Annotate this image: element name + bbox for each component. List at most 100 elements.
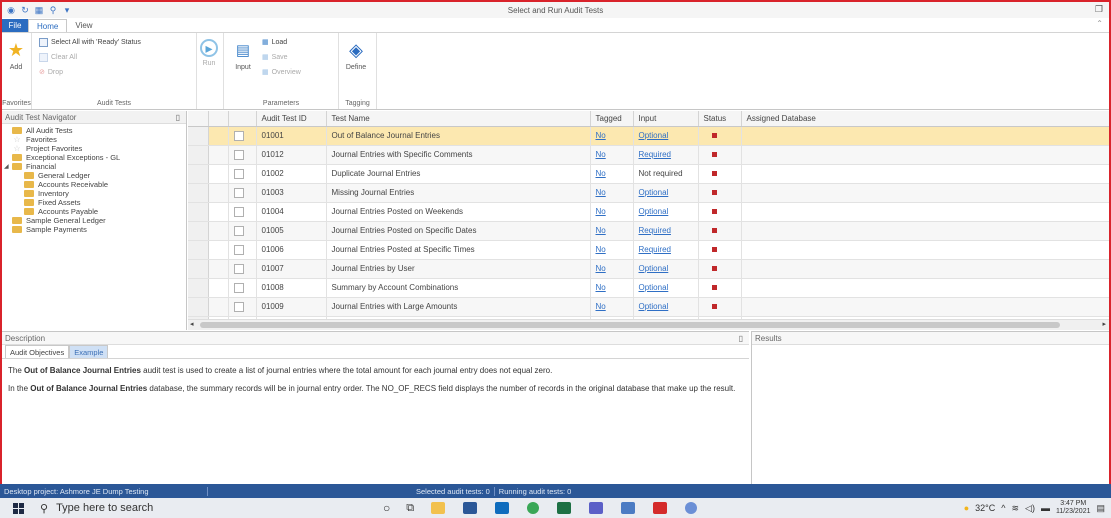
- tagged-link[interactable]: No: [596, 226, 606, 235]
- cell-assigned-database[interactable]: [741, 145, 1109, 165]
- navigator-item[interactable]: ☆ Favorites: [2, 135, 186, 144]
- cell-tagged[interactable]: No: [590, 202, 634, 222]
- table-row[interactable]: 01005 Journal Entries Posted on Specific …: [188, 221, 1109, 241]
- row-checkbox[interactable]: [233, 187, 244, 198]
- chevron-down-icon[interactable]: ▾: [62, 5, 72, 16]
- cell-tagged[interactable]: No: [590, 183, 634, 203]
- tab-home[interactable]: Home: [28, 19, 68, 32]
- excel-icon[interactable]: [557, 502, 572, 514]
- tagged-link[interactable]: No: [596, 207, 606, 216]
- select-all-ready-button[interactable]: Select All with 'Ready' Status: [39, 38, 141, 47]
- input-link[interactable]: Required: [639, 150, 671, 159]
- row-checkbox[interactable]: [233, 225, 244, 236]
- cell-tagged[interactable]: No: [590, 278, 634, 298]
- load-button[interactable]: ▦ Load: [262, 38, 287, 47]
- col-input[interactable]: Input: [633, 111, 699, 127]
- scroll-left-icon[interactable]: ◂: [190, 320, 194, 328]
- row-select-cell[interactable]: [228, 145, 257, 165]
- input-link[interactable]: Required: [639, 226, 671, 235]
- tagged-link[interactable]: No: [596, 302, 606, 311]
- horizontal-scrollbar[interactable]: ◂ ▸: [188, 319, 1109, 330]
- cortana-icon[interactable]: ○: [383, 501, 390, 515]
- row-select-cell[interactable]: [228, 164, 257, 184]
- file-explorer-icon[interactable]: [431, 502, 446, 514]
- cell-input[interactable]: Required: [633, 240, 699, 260]
- row-checkbox[interactable]: [233, 130, 244, 141]
- col-test-name[interactable]: Test Name: [326, 111, 591, 127]
- input-link[interactable]: Optional: [639, 207, 669, 216]
- table-row[interactable]: 01003 Missing Journal Entries No Optional: [188, 183, 1109, 203]
- cell-input[interactable]: Optional: [633, 202, 699, 222]
- cell-input[interactable]: Optional: [633, 278, 699, 298]
- input-link[interactable]: Optional: [639, 302, 669, 311]
- chevron-up-icon[interactable]: ^: [1001, 503, 1005, 513]
- navigator-item[interactable]: Accounts Payable: [2, 207, 186, 216]
- cell-assigned-database[interactable]: [741, 164, 1109, 184]
- restore-icon[interactable]: ❐: [1095, 4, 1103, 15]
- input-link[interactable]: Optional: [639, 283, 669, 292]
- navigator-item[interactable]: General Ledger: [2, 171, 186, 180]
- clear-all-button[interactable]: Clear All: [39, 53, 77, 62]
- navigator-item[interactable]: ◢ Financial: [2, 162, 186, 171]
- navigator-item[interactable]: ☆ Project Favorites: [2, 144, 186, 153]
- navigator-item[interactable]: Exceptional Exceptions - GL: [2, 153, 186, 162]
- cell-input[interactable]: Optional: [633, 297, 699, 317]
- taskbar-search[interactable]: ⚲ Type here to search: [40, 498, 275, 518]
- select-header[interactable]: [228, 111, 257, 127]
- cell-input[interactable]: Required: [633, 221, 699, 241]
- input-link[interactable]: Required: [639, 245, 671, 254]
- cell-input[interactable]: Required: [633, 145, 699, 165]
- cell-assigned-database[interactable]: [741, 278, 1109, 298]
- table-row[interactable]: 01004 Journal Entries Posted on Weekends N…: [188, 202, 1109, 222]
- settings-app-icon[interactable]: [685, 502, 698, 514]
- col-audit-test-id[interactable]: Audit Test ID: [256, 111, 327, 127]
- cell-tagged[interactable]: No: [590, 145, 634, 165]
- row-checkbox[interactable]: [233, 149, 244, 160]
- input-link[interactable]: Optional: [639, 188, 669, 197]
- cell-assigned-database[interactable]: [741, 221, 1109, 241]
- notification-icon[interactable]: ▤: [1096, 503, 1105, 514]
- windows-start-icon[interactable]: [8, 498, 28, 518]
- temperature[interactable]: 32°C: [975, 503, 995, 513]
- cell-assigned-database[interactable]: [741, 202, 1109, 222]
- cell-tagged[interactable]: No: [590, 126, 634, 146]
- cell-tagged[interactable]: No: [590, 240, 634, 260]
- tab-view[interactable]: View: [67, 19, 100, 32]
- save-button[interactable]: ▦ Save: [262, 53, 288, 62]
- navigator-item[interactable]: Sample General Ledger: [2, 216, 186, 225]
- cell-assigned-database[interactable]: [741, 259, 1109, 279]
- cell-input[interactable]: Optional: [633, 183, 699, 203]
- row-checkbox[interactable]: [233, 244, 244, 255]
- word-icon[interactable]: [463, 502, 478, 514]
- binoculars-icon[interactable]: ⚲: [48, 5, 58, 16]
- cell-assigned-database[interactable]: [741, 297, 1109, 317]
- pin-icon[interactable]: ▯: [176, 111, 180, 124]
- tagged-link[interactable]: No: [596, 188, 606, 197]
- run-button[interactable]: ▸ Run: [200, 39, 218, 67]
- row-checkbox[interactable]: [233, 206, 244, 217]
- row-select-cell[interactable]: [228, 221, 257, 241]
- cell-tagged[interactable]: No: [590, 164, 634, 184]
- row-select-cell[interactable]: [228, 278, 257, 298]
- tagged-link[interactable]: No: [596, 169, 606, 178]
- cell-assigned-database[interactable]: [741, 183, 1109, 203]
- row-select-cell[interactable]: [228, 183, 257, 203]
- row-select-cell[interactable]: [228, 240, 257, 260]
- collapse-ribbon-icon[interactable]: ⌃: [1096, 19, 1103, 28]
- cell-assigned-database[interactable]: [741, 240, 1109, 260]
- pin-icon[interactable]: ▯: [739, 332, 743, 345]
- expand-arrow-icon[interactable]: ◢: [4, 163, 10, 170]
- navigator-item[interactable]: Fixed Assets: [2, 198, 186, 207]
- table-row[interactable]: 01002 Duplicate Journal Entries No Not requ…: [188, 164, 1109, 184]
- tagged-link[interactable]: No: [596, 283, 606, 292]
- col-assigned-database[interactable]: Assigned Database: [741, 111, 1109, 127]
- row-select-cell[interactable]: [228, 202, 257, 222]
- add-button[interactable]: ★ Add: [5, 39, 27, 72]
- row-checkbox[interactable]: [233, 263, 244, 274]
- define-button[interactable]: ◈ Define: [345, 39, 367, 72]
- cell-tagged[interactable]: No: [590, 297, 634, 317]
- clock[interactable]: 3:47 PM 11/23/2021: [1056, 500, 1091, 516]
- cell-tagged[interactable]: No: [590, 221, 634, 241]
- input-link[interactable]: Optional: [639, 264, 669, 273]
- volume-icon[interactable]: ◁): [1025, 503, 1035, 514]
